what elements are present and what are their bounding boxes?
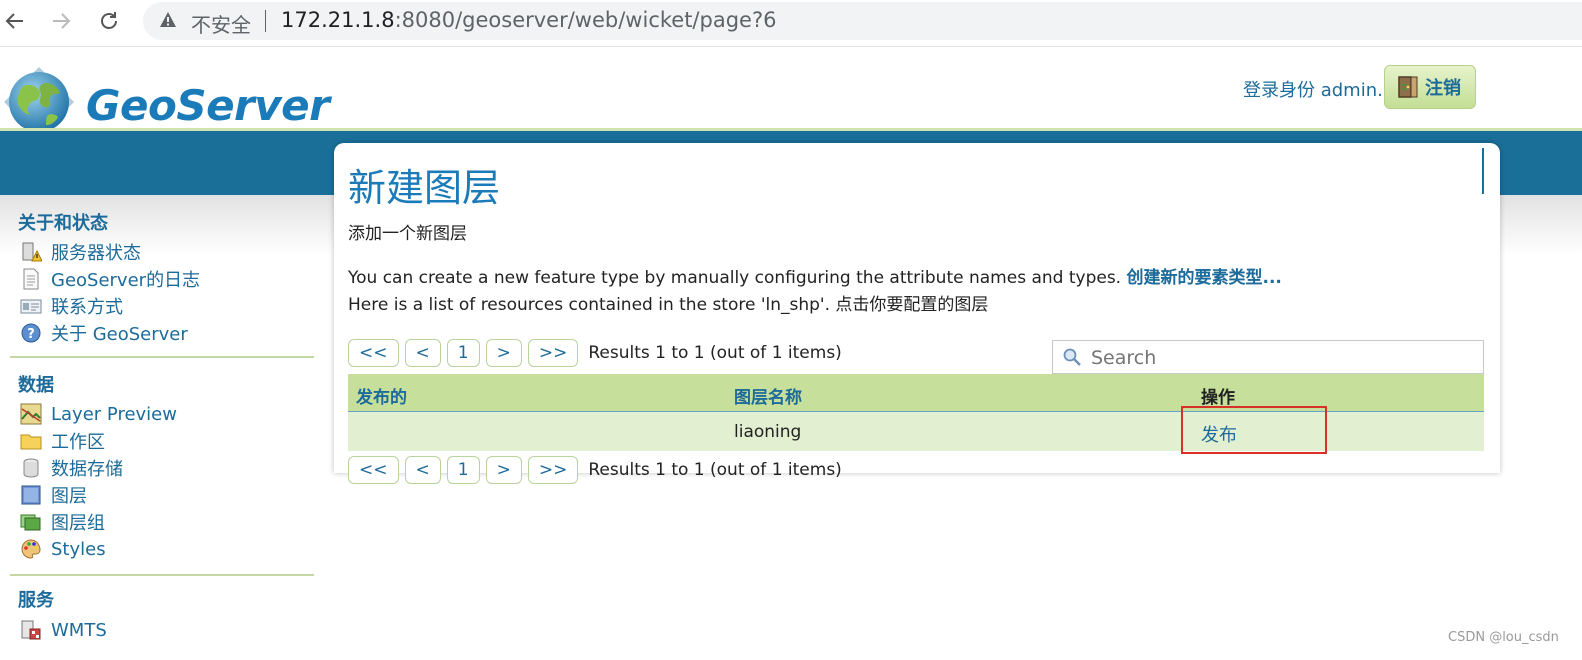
layer-name-cell: liaoning (734, 422, 802, 442)
sidebar-item-label: 服务器状态 (51, 243, 141, 264)
logout-label: 注销 (1425, 78, 1461, 99)
sidebar-item-label: 工作区 (51, 432, 105, 453)
sidebar-section-about: 关于和状态 (18, 213, 108, 234)
reload-icon[interactable] (94, 6, 124, 36)
sidebar-item-label: Layer Preview (51, 403, 177, 425)
page-number-button[interactable]: 1 (446, 456, 480, 484)
login-identity: 登录身份 admin. (1243, 80, 1383, 101)
watermark: CSDN @lou_csdn (1448, 630, 1559, 645)
sidebar-divider (10, 574, 314, 576)
first-page-button[interactable]: << (348, 339, 399, 367)
page-subtitle: 添加一个新图层 (348, 224, 467, 244)
content-edge-accent (1482, 148, 1484, 194)
search-icon (1063, 348, 1081, 366)
security-label[interactable]: 不安全 (191, 9, 251, 38)
sidebar-item-wmts[interactable]: WMTS (20, 618, 107, 642)
help-icon: ? (21, 323, 41, 343)
url-host: 172.21.1.8 (281, 8, 395, 32)
first-page-button[interactable]: << (348, 456, 399, 484)
door-exit-icon (1398, 76, 1418, 98)
layer-group-icon (20, 514, 41, 531)
database-icon (23, 458, 39, 478)
column-header-layer-name[interactable]: 图层名称 (734, 383, 802, 408)
sidebar-item-label: 数据存储 (51, 459, 123, 480)
sidebar-item-stores[interactable]: 数据存储 (20, 456, 123, 480)
document-icon (23, 268, 39, 290)
sidebar-section-services: 服务 (18, 590, 54, 611)
logout-button[interactable]: 注销 (1384, 65, 1476, 109)
sidebar-item-layer-groups[interactable]: 图层组 (20, 510, 105, 534)
sidebar-item-label: GeoServer的日志 (51, 270, 201, 291)
sidebar-item-styles[interactable]: Styles (20, 537, 106, 561)
back-arrow-icon[interactable] (0, 6, 30, 36)
browser-toolbar: 不安全 172.21.1.8:8080/geoserver/web/wicket… (0, 0, 1582, 47)
sidebar-item-label: Styles (51, 538, 106, 560)
page-title: 新建图层 (348, 166, 501, 210)
results-count: Results 1 to 1 (out of 1 items) (588, 343, 842, 363)
prev-page-button[interactable]: < (404, 456, 441, 484)
next-page-button[interactable]: > (485, 456, 522, 484)
sidebar-item-workspaces[interactable]: 工作区 (20, 429, 105, 453)
page-number-button[interactable]: 1 (446, 339, 480, 367)
create-feature-type-link[interactable]: 创建新的要素类型... (1126, 268, 1281, 288)
search-box[interactable] (1052, 340, 1484, 374)
sidebar-divider (10, 356, 314, 358)
url-path: :8080/geoserver/web/wicket/page?6 (394, 8, 777, 32)
server-status-icon (22, 242, 42, 262)
column-header-published[interactable]: 发布的 (356, 383, 407, 408)
search-input[interactable] (1089, 344, 1473, 372)
column-header-action: 操作 (1201, 388, 1235, 408)
folder-icon (20, 434, 42, 450)
address-bar[interactable]: 不安全 172.21.1.8:8080/geoserver/web/wicket… (143, 2, 1582, 40)
layer-icon (21, 485, 41, 505)
sidebar-item-about-geoserver[interactable]: ? 关于 GeoServer (20, 321, 188, 345)
geoserver-logo-text[interactable]: GeoServer (86, 81, 330, 130)
sidebar-item-label: 图层组 (51, 513, 105, 534)
sidebar-item-contact[interactable]: 联系方式 (20, 294, 123, 318)
palette-icon (21, 539, 41, 559)
sidebar-item-server-status[interactable]: 服务器状态 (20, 240, 141, 264)
sidebar: 关于和状态 服务器状态 GeoServer的日志 联系方式 ? 关于 GeoSe… (0, 195, 320, 660)
pager-top: << < 1 > >> Results 1 to 1 (out of 1 ite… (348, 339, 842, 367)
description-line-1: You can create a new feature type by man… (348, 263, 1282, 288)
last-page-button[interactable]: >> (527, 339, 579, 367)
next-page-button[interactable]: > (485, 339, 522, 367)
sidebar-item-label: WMTS (51, 619, 107, 641)
description-text: You can create a new feature type by man… (348, 268, 1122, 288)
sidebar-item-geoserver-log[interactable]: GeoServer的日志 (20, 267, 200, 291)
sidebar-section-data: 数据 (18, 375, 54, 396)
sidebar-item-label: 图层 (51, 486, 87, 507)
pager-bottom: << < 1 > >> Results 1 to 1 (out of 1 ite… (348, 456, 842, 484)
highlight-box (1181, 406, 1327, 454)
service-icon (21, 620, 41, 640)
sidebar-item-layer-preview[interactable]: Layer Preview (20, 402, 177, 426)
address-separator (265, 10, 266, 32)
sidebar-item-label: 联系方式 (51, 297, 123, 318)
prev-page-button[interactable]: < (404, 339, 441, 367)
warning-icon (160, 12, 176, 27)
svg-text:?: ? (27, 327, 35, 342)
last-page-button[interactable]: >> (527, 456, 579, 484)
forward-arrow-icon[interactable] (46, 6, 76, 36)
layer-preview-icon (20, 403, 42, 425)
description-line-2: Here is a list of resources contained in… (348, 295, 989, 315)
sidebar-item-layers[interactable]: 图层 (20, 483, 87, 507)
results-count: Results 1 to 1 (out of 1 items) (588, 460, 842, 480)
sidebar-item-label: 关于 GeoServer (51, 324, 188, 345)
contact-card-icon (20, 299, 42, 314)
url-text[interactable]: 172.21.1.8:8080/geoserver/web/wicket/pag… (281, 8, 776, 32)
